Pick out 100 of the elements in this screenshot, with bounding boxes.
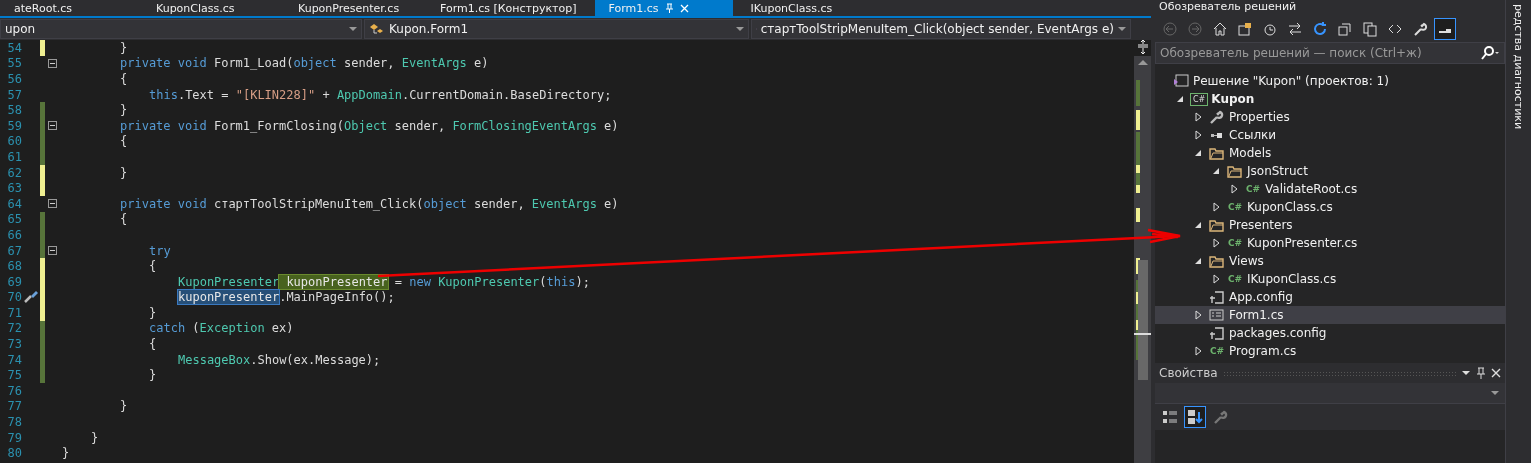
line-number: 73 xyxy=(6,337,22,352)
file-type-label: C# xyxy=(1226,238,1244,248)
expander-icon[interactable] xyxy=(1211,238,1221,248)
line-number: 69 xyxy=(6,274,22,289)
document-tab[interactable]: Form1.cs [Конструктор] xyxy=(426,0,591,16)
line-number: 63 xyxy=(6,181,22,196)
expander-icon[interactable] xyxy=(1211,202,1221,212)
expander-icon[interactable] xyxy=(1211,166,1221,176)
code-line: { xyxy=(119,72,128,86)
collapse-icon[interactable] xyxy=(48,199,57,209)
tree-item[interactable]: packages.config xyxy=(1155,324,1505,342)
line-number: 57 xyxy=(6,87,22,102)
tree-item[interactable]: C# IKuponClass.cs xyxy=(1155,270,1505,288)
dropdown-caret-icon[interactable] xyxy=(1461,369,1471,377)
expander-icon[interactable] xyxy=(1193,310,1203,320)
expander-icon[interactable] xyxy=(1193,130,1203,140)
class-icon xyxy=(369,22,385,36)
tree-item[interactable]: C# Kupon xyxy=(1155,90,1505,108)
document-tab[interactable]: KuponPresenter.cs xyxy=(284,0,422,16)
code-line: } xyxy=(148,368,157,383)
expander-icon[interactable] xyxy=(1229,184,1239,194)
expander-icon[interactable] xyxy=(1193,346,1203,356)
tree-item[interactable]: C# KuponPresenter.cs xyxy=(1155,234,1505,252)
code-line: { xyxy=(119,134,128,149)
line-number: 72 xyxy=(6,321,22,336)
expander-icon[interactable] xyxy=(1193,256,1203,266)
line-number: 54 xyxy=(6,40,22,55)
folder-icon xyxy=(1208,145,1226,161)
expander-icon[interactable] xyxy=(1175,94,1185,104)
line-number: 74 xyxy=(6,352,22,367)
tree-item[interactable]: JsonStruct xyxy=(1155,162,1505,180)
folder-icon xyxy=(1208,253,1226,269)
line-number: 55 xyxy=(6,56,22,71)
tree-item[interactable]: C# ValidateRoot.cs xyxy=(1155,180,1505,198)
project-dropdown[interactable]: upon xyxy=(0,19,362,39)
code-line: { xyxy=(148,337,157,352)
tree-item[interactable]: Ссылки xyxy=(1155,126,1505,144)
expander-icon[interactable] xyxy=(1211,274,1221,284)
member-dropdown[interactable]: стартToolStripMenuItem_Click(object sender, EventArgs e) xyxy=(751,19,1131,39)
expander-icon[interactable] xyxy=(1193,220,1203,230)
tree-item[interactable]: Models xyxy=(1155,144,1505,162)
code-line: } xyxy=(61,446,70,461)
tree-item[interactable]: Form1.cs xyxy=(1155,306,1505,324)
line-number: 71 xyxy=(6,305,22,320)
line-number: 64 xyxy=(6,196,22,211)
file-type-label: C# xyxy=(1226,274,1244,284)
line-number: 65 xyxy=(6,212,22,227)
wrench-icon xyxy=(1208,109,1226,125)
code-line: private void стартToolStripMenuItem_Click(object sender, EventArgs e) xyxy=(119,196,619,211)
code-line: kuponPresenter.MainPageInfo(); xyxy=(177,290,395,305)
tree-item[interactable]: C# Program.cs xyxy=(1155,342,1505,360)
tree-item[interactable]: App.config xyxy=(1155,288,1505,306)
solution-icon xyxy=(1172,73,1190,89)
class-dropdown[interactable]: Kupon.Form1 xyxy=(364,19,749,39)
line-number: 70 xyxy=(6,290,22,305)
line-number: 67 xyxy=(6,243,22,258)
line-number: 78 xyxy=(6,415,22,430)
tree-item[interactable]: Views xyxy=(1155,252,1505,270)
pin-icon[interactable] xyxy=(1476,367,1486,379)
tree-item[interactable]: Presenters xyxy=(1155,216,1505,234)
project-type-icon: C# xyxy=(1190,92,1209,106)
line-number: 80 xyxy=(6,446,22,461)
collapse-icon[interactable] xyxy=(48,58,57,68)
code-line: KuponPresenter kuponPresenter = new KuponPresenter(this); xyxy=(177,274,590,289)
folder-icon xyxy=(1208,217,1226,233)
file-type-label: C# xyxy=(1208,346,1226,356)
line-number: 79 xyxy=(6,430,22,445)
tree-item[interactable]: C# KuponClass.cs xyxy=(1155,198,1505,216)
close-icon[interactable] xyxy=(1491,368,1501,378)
scrollbar-drawing[interactable] xyxy=(1134,40,1151,463)
code-line: } xyxy=(119,40,128,55)
file-type-label: C# xyxy=(1244,184,1262,194)
code-line: } xyxy=(90,430,99,445)
code-line: } xyxy=(119,165,128,180)
tree-item[interactable]: Properties xyxy=(1155,108,1505,126)
line-number: 66 xyxy=(6,227,22,242)
code-line: private void Form1_Load(object sender, EventArgs e) xyxy=(119,56,489,71)
line-number: 75 xyxy=(6,368,22,383)
panel-title: Обозреватель решений xyxy=(1155,0,1505,16)
search-field[interactable]: Обозреватель решений — поиск (Ctrl+ж) xyxy=(1155,42,1505,64)
line-number: 60 xyxy=(6,134,22,149)
screwdriver-icon[interactable] xyxy=(23,290,39,305)
tree-item[interactable]: Решение "Kupon" (проектов: 1) xyxy=(1155,72,1505,90)
line-number: 58 xyxy=(6,103,22,118)
alphabetical-icon[interactable] xyxy=(1184,406,1206,428)
file-type-label: C# xyxy=(1226,202,1244,212)
code-line: } xyxy=(119,399,128,414)
config-icon xyxy=(1208,289,1226,305)
document-tab[interactable]: KuponClass.cs xyxy=(142,0,280,16)
collapse-icon[interactable] xyxy=(48,246,57,255)
expander-icon[interactable] xyxy=(1193,148,1203,158)
code-line: { xyxy=(119,212,128,227)
expander-icon[interactable] xyxy=(1193,112,1203,122)
document-tab[interactable]: ateRoot.cs xyxy=(0,0,138,16)
code-line: catch (Exception ex) xyxy=(148,321,294,336)
collapse-icon[interactable] xyxy=(48,121,57,131)
document-tab[interactable]: IKuponClass.cs xyxy=(736,0,875,16)
code-line: MessageBox.Show(ex.Message); xyxy=(177,352,381,367)
preview-icon[interactable] xyxy=(1434,18,1456,40)
search-icon[interactable] xyxy=(1480,46,1500,60)
